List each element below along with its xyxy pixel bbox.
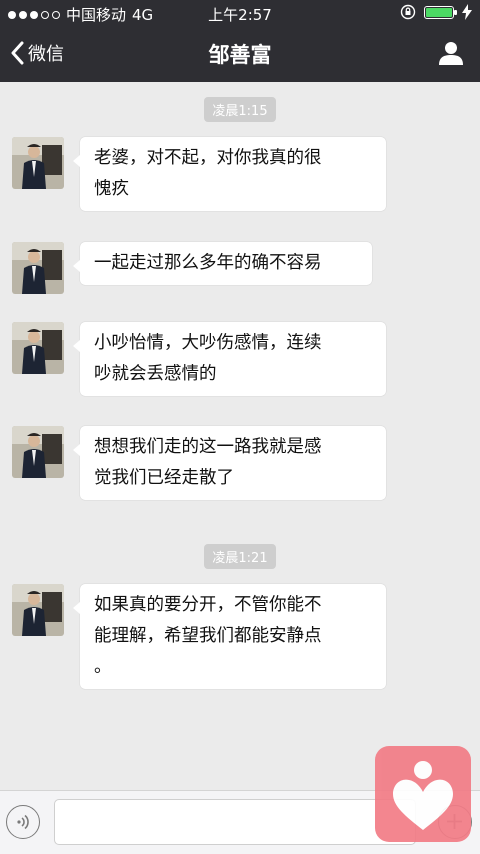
person-photo-icon bbox=[12, 137, 64, 189]
person-photo-icon bbox=[12, 426, 64, 478]
person-icon bbox=[439, 42, 463, 65]
chat-area[interactable]: 凌晨1:15 老婆，对不起，对你我真的很 愧疚 一起走过那么多年的确不容易 小吵… bbox=[0, 82, 480, 790]
timestamp: 凌晨1:15 bbox=[0, 97, 480, 122]
avatar[interactable] bbox=[12, 242, 64, 294]
avatar[interactable] bbox=[12, 322, 64, 374]
message-bubble[interactable]: 小吵怡情，大吵伤感情，连续 吵就会丢感情的 bbox=[73, 322, 386, 396]
profile-button[interactable] bbox=[438, 40, 464, 70]
avatar[interactable] bbox=[12, 426, 64, 478]
chat-title: 邹善富 bbox=[208, 43, 272, 67]
message-bubble[interactable]: 老婆，对不起，对你我真的很 愧疚 bbox=[73, 137, 386, 211]
rotation-lock-icon bbox=[400, 4, 416, 20]
timestamp: 凌晨1:21 bbox=[0, 544, 480, 569]
message-bubble[interactable]: 一起走过那么多年的确不容易 bbox=[73, 242, 372, 285]
avatar[interactable] bbox=[12, 137, 64, 189]
message-bubble[interactable]: 如果真的要分开，不管你能不 能理解，希望我们都能安静点 。 bbox=[73, 584, 386, 689]
charging-icon bbox=[462, 4, 472, 20]
voice-button[interactable] bbox=[6, 805, 40, 839]
message-input[interactable] bbox=[54, 799, 416, 845]
battery-icon bbox=[424, 5, 457, 19]
message-bubble[interactable]: 想想我们走的这一路我就是感 觉我们已经走散了 bbox=[73, 426, 386, 500]
avatar[interactable] bbox=[12, 584, 64, 636]
nav-bar: 微信 邹善富 bbox=[0, 26, 480, 82]
person-photo-icon bbox=[12, 322, 64, 374]
voice-icon bbox=[17, 814, 29, 830]
person-photo-icon bbox=[12, 584, 64, 636]
person-photo-icon bbox=[12, 242, 64, 294]
status-bar: 中国移动 4G 上午2:57 bbox=[0, 0, 480, 26]
top-bar: 中国移动 4G 上午2:57 微信 邹善富 bbox=[0, 0, 480, 82]
heart-person-icon bbox=[393, 761, 453, 830]
app-logo-watermark bbox=[375, 746, 471, 842]
